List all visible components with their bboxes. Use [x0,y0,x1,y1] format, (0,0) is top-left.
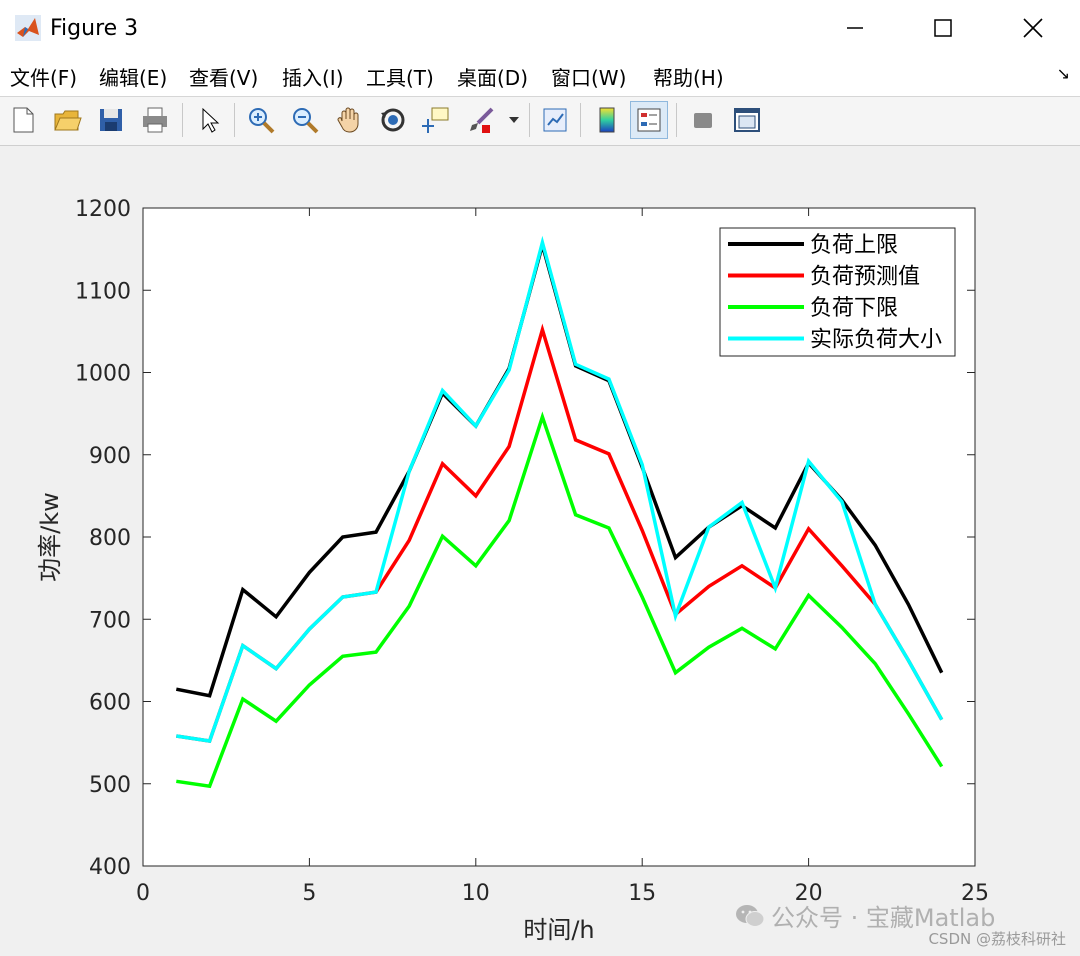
data-cursor-icon [422,107,449,133]
csdn-credit: CSDN @荔枝科研社 [928,930,1066,948]
legend[interactable]: 负荷上限负荷预测值负荷下限实际负荷大小 [719,227,956,357]
y-tick-label: 700 [89,608,131,633]
menu-file[interactable]: 文件(F) [10,62,77,91]
print-button[interactable] [136,101,174,139]
matlab-logo-icon [14,14,42,42]
chevron-down-icon [509,117,519,123]
close-icon [1023,18,1043,38]
new-figure-button[interactable] [4,101,42,139]
y-tick-label: 400 [89,855,131,880]
y-tick-label: 600 [89,691,131,716]
brush-icon [470,107,494,133]
menu-edit[interactable]: 编辑(E) [99,62,167,91]
pointer-button[interactable] [190,101,228,139]
save-button[interactable] [92,101,130,139]
zoom-in-icon [249,108,275,134]
menu-bar: 文件(F) 编辑(E) 查看(V) 插入(I) 工具(T) 桌面(D) 窗口(W… [0,56,1080,97]
toolbar-separator [676,103,677,137]
figure-canvas-area: 0 5 10 15 20 25 400 500 600 700 800 900 1000 1100 1200… [0,146,1080,956]
link-plot-button[interactable] [536,101,574,139]
brush-dropdown-button[interactable] [502,101,526,139]
toolbar-separator [529,103,530,137]
legend-entry-label: 负荷预测值 [810,265,920,290]
brush-button[interactable] [462,101,500,139]
y-tick-label: 1000 [75,362,131,387]
legend-entry-label: 实际负荷大小 [810,328,942,353]
pan-button[interactable] [330,101,368,139]
hide-plot-tools-icon [694,113,712,128]
window-title: Figure 3 [50,15,139,41]
close-button[interactable] [988,0,1078,56]
link-plot-icon [543,108,567,132]
show-plot-tools-icon [734,108,760,132]
x-axis-label: 时间/h [523,916,594,944]
data-cursor-button[interactable] [418,101,456,139]
pointer-icon [202,107,220,133]
menu-tools[interactable]: 工具(T) [366,62,434,91]
dock-arrow-icon[interactable]: ↘ [1057,64,1070,83]
print-icon [143,107,167,133]
y-tick-label: 1100 [75,279,131,304]
zoom-out-button[interactable] [286,101,324,139]
line-chart: 0 5 10 15 20 25400500600700800900100011001200… [36,197,989,944]
figure-window: Figure 3 文件(F) 编辑(E) 查看(V) 插入(I) 工具(T) 桌… [0,0,1080,956]
menu-insert[interactable]: 插入(I) [282,62,344,91]
y-axis-label: 功率/kw [36,492,64,582]
open-file-icon [54,110,82,131]
legend-icon [637,108,661,132]
save-icon [100,109,122,131]
hide-plot-tools-button[interactable] [684,101,722,139]
menu-window[interactable]: 窗口(W) [551,62,626,91]
x-tick-label: 15 [628,881,656,906]
x-tick-label: 10 [462,881,490,906]
toolbar-separator [182,103,183,137]
title-bar: Figure 3 [0,0,1080,56]
legend-entry-label: 负荷下限 [810,296,898,321]
open-file-button[interactable] [48,101,86,139]
x-tick-label: 0 [136,881,150,906]
maximize-button[interactable] [898,0,988,56]
toolbar-separator [580,103,581,137]
zoom-in-button[interactable] [242,101,280,139]
y-tick-label: 900 [89,444,131,469]
minimize-icon [847,27,863,29]
rotate-3d-button[interactable] [374,101,412,139]
menu-help[interactable]: 帮助(H) [653,62,724,91]
menu-desktop[interactable]: 桌面(D) [457,62,528,91]
colorbar-icon [599,107,615,133]
show-plot-tools-button[interactable] [728,101,766,139]
toolbar [0,97,1080,146]
y-tick-label: 1200 [75,197,131,222]
legend-entry-label: 负荷上限 [810,233,898,258]
x-tick-label: 5 [302,881,316,906]
wechat-icon [736,904,765,927]
menu-view[interactable]: 查看(V) [189,62,258,91]
zoom-out-icon [293,108,319,134]
pan-icon [337,107,359,133]
rotate-3d-icon [381,108,405,132]
minimize-button[interactable] [810,0,900,56]
y-tick-label: 800 [89,526,131,551]
maximize-icon [934,19,952,37]
y-tick-label: 500 [89,773,131,798]
colorbar-button[interactable] [588,101,626,139]
new-figure-icon [13,107,34,133]
legend-button[interactable] [630,101,668,139]
toolbar-separator [234,103,235,137]
